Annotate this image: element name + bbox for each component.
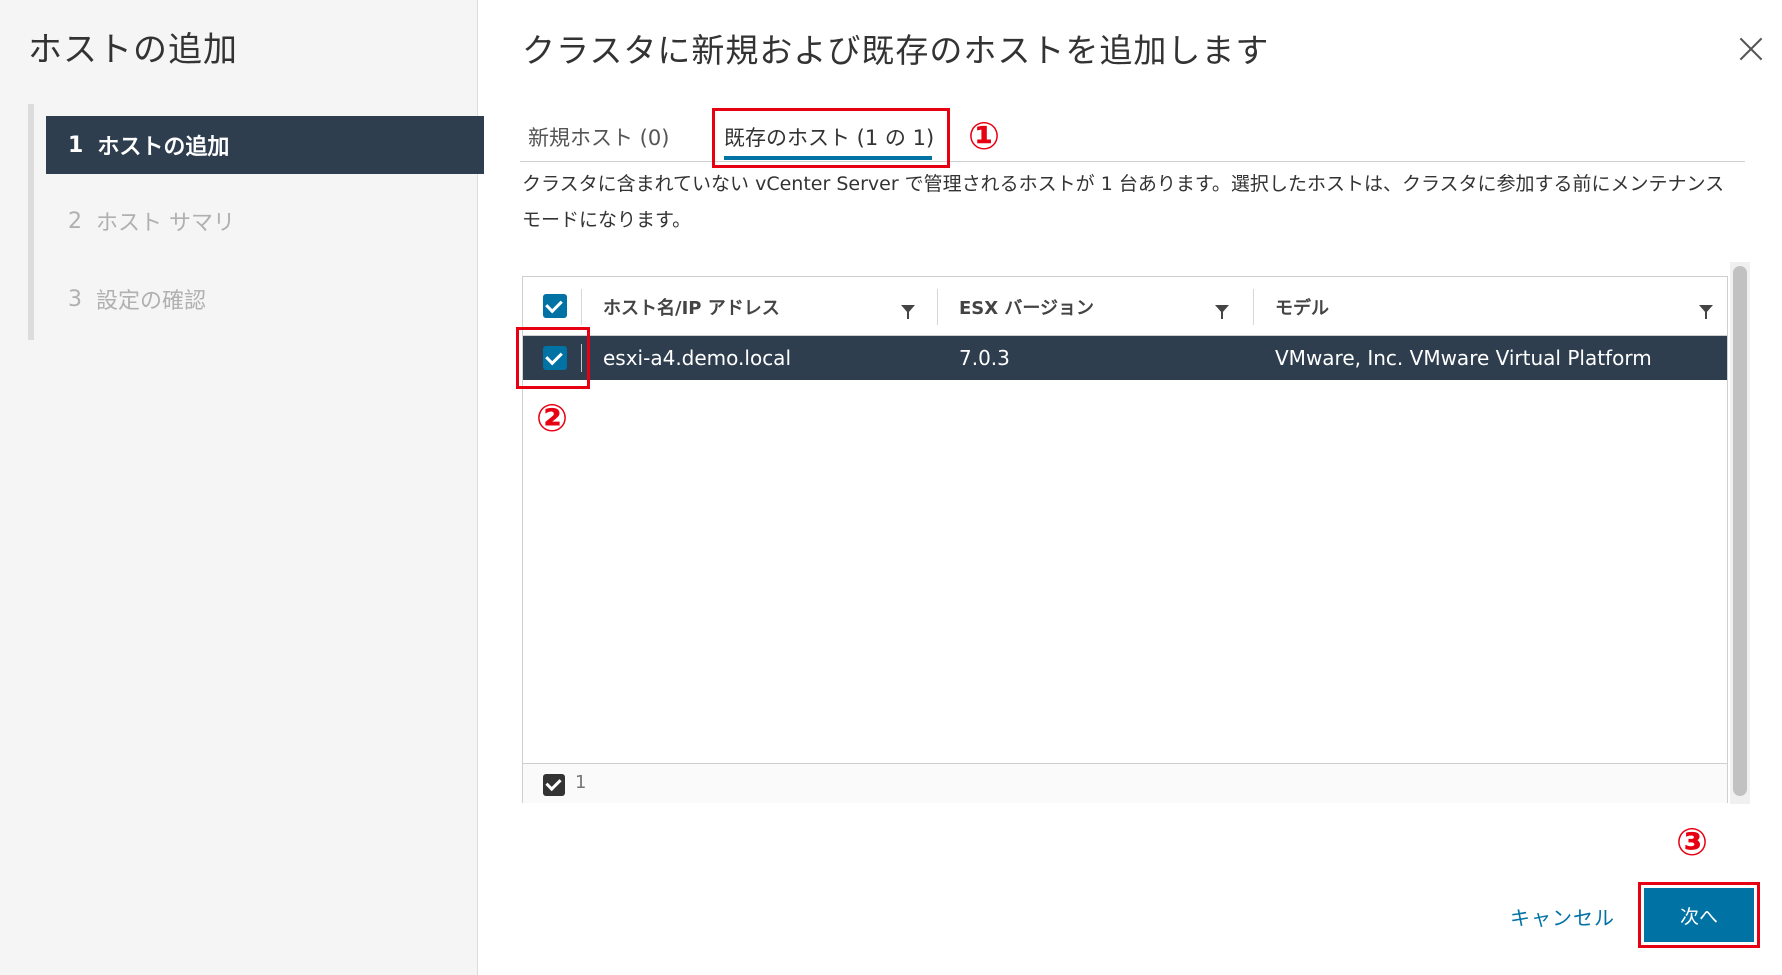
annotation-box-2 [516, 327, 590, 389]
table-row[interactable]: esxi-a4.demo.local 7.0.3 VMware, Inc. VM… [523, 336, 1727, 380]
selected-count: 1 [575, 772, 587, 793]
column-separator [581, 289, 582, 325]
annotation-number-2: ② [536, 396, 569, 440]
host-tabs: 新規ホスト (0) 既存のホスト (1 の 1) [520, 104, 1745, 162]
dialog-title: クラスタに新規および既存のホストを追加します [522, 31, 1270, 70]
step-number: 3 [68, 286, 82, 312]
wizard-steps: 1 ホストの追加 2 ホスト サマリ 3 設定の確認 [28, 104, 484, 340]
column-separator [937, 289, 938, 325]
hosts-grid: ホスト名/IP アドレス ESX バージョン モデル esxi-a4.demo.… [522, 276, 1728, 803]
wizard-sidebar: ホストの追加 1 ホストの追加 2 ホスト サマリ 3 設定の確認 [0, 0, 484, 975]
selected-count-icon [543, 774, 565, 796]
annotation-box-1 [712, 108, 950, 168]
step-label: ホスト サマリ [96, 211, 235, 236]
step-host-summary: 2 ホスト サマリ [46, 192, 484, 250]
column-header-host[interactable]: ホスト名/IP アドレス [603, 277, 780, 336]
cell-host: esxi-a4.demo.local [603, 346, 791, 370]
cancel-button[interactable]: キャンセル [1510, 902, 1615, 931]
step-add-host[interactable]: 1 ホストの追加 [46, 116, 484, 174]
grid-scrollbar[interactable] [1730, 262, 1750, 804]
annotation-number-3: ③ [1676, 820, 1709, 864]
grid-footer: 1 [523, 763, 1727, 803]
close-icon[interactable] [1736, 34, 1766, 64]
wizard-title: ホストの追加 [28, 30, 238, 70]
step-label: ホストの追加 [97, 135, 230, 160]
annotation-number-1: ① [968, 114, 1001, 158]
step-number: 2 [68, 208, 82, 234]
filter-icon[interactable] [1699, 305, 1713, 319]
select-all-checkbox[interactable] [543, 294, 567, 318]
column-header-model[interactable]: モデル [1275, 277, 1329, 336]
column-header-version[interactable]: ESX バージョン [959, 277, 1094, 336]
step-label: 設定の確認 [96, 289, 207, 314]
grid-header: ホスト名/IP アドレス ESX バージョン モデル [523, 277, 1727, 336]
cell-version: 7.0.3 [959, 346, 1010, 370]
filter-icon[interactable] [901, 305, 915, 319]
annotation-box-3 [1638, 882, 1760, 948]
step-number: 1 [68, 132, 84, 158]
cell-model: VMware, Inc. VMware Virtual Platform [1275, 346, 1652, 370]
description-text: クラスタに含まれていない vCenter Server で管理されるホストが 1… [522, 173, 1725, 231]
step-confirm-settings: 3 設定の確認 [46, 270, 484, 328]
filter-icon[interactable] [1215, 305, 1229, 319]
tab-new-hosts[interactable]: 新規ホスト (0) [528, 122, 669, 152]
scroll-thumb[interactable] [1733, 266, 1747, 796]
column-separator [1253, 289, 1254, 325]
